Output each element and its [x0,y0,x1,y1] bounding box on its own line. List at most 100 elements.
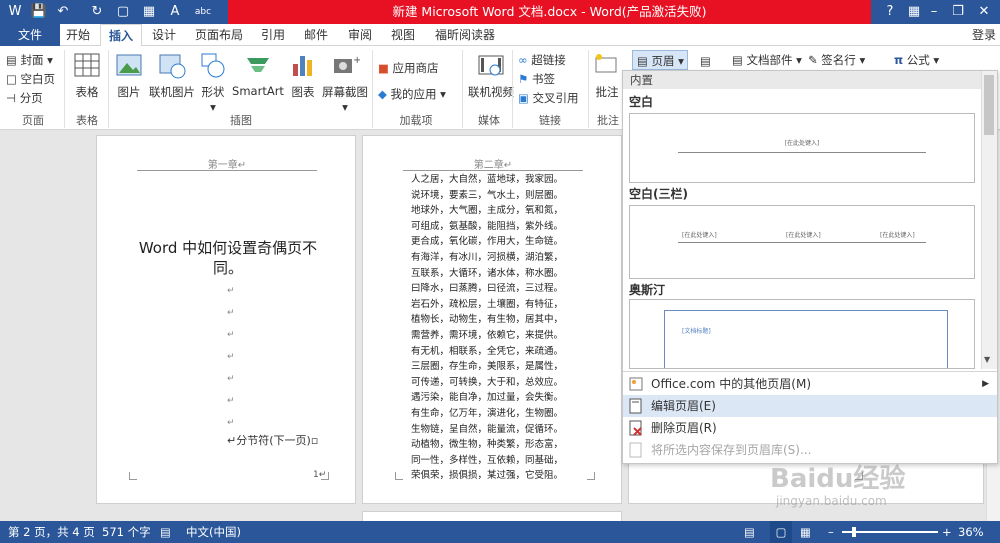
submenu-arrow-icon: ▶ [982,379,989,389]
picture-label: 图片 [117,85,141,99]
shapes-icon [201,53,225,78]
poem-line: 岩石外，疏松层，土壤圈，有特征， [411,298,564,310]
group-label-comments: 批注 [597,114,619,127]
doc-parts-icon: ▤ [732,53,743,67]
divider [512,50,513,128]
screenshot-button[interactable]: + 屏幕截图 ▾ [320,50,370,114]
bookmark-label: 书签 [531,72,555,86]
tab-insert[interactable]: 插入 [100,24,142,47]
language[interactable]: 中文(中国) [186,521,241,543]
my-apps-button[interactable]: ◆ 我的应用 ▾ [378,86,446,102]
zoom-in-icon[interactable]: + [942,521,952,543]
zoom-out-icon[interactable]: – [828,521,834,543]
restore-icon[interactable]: ❐ [944,0,972,24]
tab-design[interactable]: 设计 [146,24,182,46]
close-button[interactable]: ✕ [970,0,998,24]
section-break-text: 分节符(下一页) [236,434,311,447]
tab-foxit[interactable]: 福昕阅读器 [428,24,502,46]
tab-review[interactable]: 审阅 [342,24,378,46]
gallery-item-blank[interactable]: [在此处键入] [629,113,975,183]
baidu-url-watermark: jingyan.baidu.com [776,494,887,508]
table-button[interactable]: 表格 [70,50,104,100]
crossref-button[interactable]: ▣ 交叉引用 [518,90,579,106]
equation-button[interactable]: π 公式 ▾ [894,52,939,68]
gallery-item-blank3[interactable]: [在此处键入] [在此处键入] [在此处键入] [629,205,975,279]
online-picture-label: 联机图片 [149,85,195,99]
web-layout-icon[interactable]: ▦ [800,521,811,543]
chart-icon [293,56,312,76]
zoom-slider-thumb[interactable] [852,527,856,537]
poem-line: 有无机，相联系，全凭它，来疏通。 [411,345,564,357]
textbox-icon[interactable]: ▤ [700,54,711,68]
proofing-icon[interactable]: ▤ [160,521,171,543]
comment-icon [595,54,617,73]
page-1[interactable]: 第一章↵ Word 中如何设置奇偶页不同。 ↵ ↵ ↵ ↵ ↵ ↵ ↵ ↵分节符… [96,135,356,504]
tab-home[interactable]: 开始 [60,24,96,46]
scroll-thumb[interactable] [984,75,994,135]
tab-view[interactable]: 视图 [386,24,420,46]
shapes-button[interactable]: 形状 ▾ [198,50,228,114]
dropdown-scrollbar[interactable]: ▼ [981,71,997,369]
header-label: 页眉 [651,54,675,68]
login-link[interactable]: 登录 [972,24,996,46]
save-to-gallery-label: 将所选内容保存到页眉库(S)... [651,443,812,457]
blank-page-label: 空白页 [20,72,56,86]
picture-button[interactable]: 图片 [114,50,144,100]
online-picture-button[interactable]: 联机图片 [148,50,196,100]
page-count[interactable]: 第 2 页，共 4 页 [8,521,95,543]
placeholder-left: [在此处键入] [682,232,717,239]
poem-text[interactable]: 人之居，大自然，蓝地球，我家园。 说环境，要素三，气水土，则层圈。 地球外，大气圈，… [411,172,591,484]
doc-parts-button[interactable]: ▤ 文档部件 ▾ [732,52,802,68]
signature-button[interactable]: ✎ 签名行 ▾ [808,52,865,68]
bookmark-button[interactable]: ⚑ 书签 [518,71,555,87]
cover-button[interactable]: ▤ 封面 ▾ [6,52,53,68]
online-picture-icon [159,54,186,79]
group-label-table: 表格 [76,114,98,127]
read-mode-icon[interactable]: ▤ [744,521,755,543]
page-number-text: 1 [313,470,319,480]
screenshot-icon: + [334,55,360,73]
zoom-slider[interactable] [842,531,938,533]
tab-layout[interactable]: 页面布局 [190,24,248,46]
zoom-level[interactable]: 36% [958,521,984,543]
comment-label: 批注 [595,85,619,99]
tab-references[interactable]: 引用 [256,24,290,46]
blank-page-button[interactable]: □ 空白页 [6,71,55,87]
header-button[interactable]: ▤ 页眉 ▾ [632,50,688,70]
header-rule [403,170,583,171]
more-headers-item[interactable]: Office.com 中的其他页眉(M) ▶ [623,373,997,395]
ribbon-tabs: 文件 开始 插入 设计 页面布局 引用 邮件 审阅 视图 福昕阅读器 [0,24,1000,47]
hyperlink-button[interactable]: ∞ 超链接 [518,52,566,68]
page2-header[interactable]: 第二章↵ [403,156,583,171]
comment-button[interactable]: 批注 [592,50,622,100]
page1-header[interactable]: 第一章↵ [137,156,317,171]
page-break-label: 分页 [19,91,43,105]
placeholder-right: [在此处键入] [880,232,915,239]
edit-header-item[interactable]: 编辑页眉(E) [623,395,997,417]
online-video-button[interactable]: 联机视频 [468,50,514,100]
scroll-down-icon[interactable]: ▼ [984,355,990,364]
poem-line: 地球外，大气圈，主成分，氧和氮， [411,205,564,217]
my-apps-label: 我的应用 [390,87,437,101]
equation-label: 公式 [906,53,930,67]
crossref-icon: ▣ [518,91,529,105]
gallery-item-austin[interactable]: [文档标题] [629,299,975,369]
chart-button[interactable]: 图表 [288,50,318,100]
group-label-media: 媒体 [478,114,500,127]
smartart-button[interactable]: SmartArt [232,50,284,98]
print-layout-icon[interactable]: ▢ [770,521,792,543]
crop-mark [129,472,137,480]
gallery-blank3-label: 空白(三栏) [629,187,688,201]
remove-header-item[interactable]: 删除页眉(R) [623,417,997,439]
tab-mailings[interactable]: 邮件 [298,24,334,46]
page-2[interactable]: 第二章↵ 人之居，大自然，蓝地球，我家园。 说环境，要素三，气水土，则层圈。 地球外… [362,135,622,504]
page-break-button[interactable]: ⊣ 分页 [6,90,43,106]
store-icon: ■ [378,61,389,75]
store-button[interactable]: ■ 应用商店 [378,60,439,76]
picture-icon [116,54,142,76]
status-bar: 第 2 页，共 4 页 571 个字 ▤ 中文(中国) ▤ ▢ ▦ – + 36… [0,521,1000,543]
tab-file[interactable]: 文件 [0,24,60,46]
placeholder-center: [在此处键入] [786,232,821,239]
poem-line: 可组成，氨基酸，能阻挡，紫外线。 [411,220,564,232]
word-count[interactable]: 571 个字 [102,521,151,543]
